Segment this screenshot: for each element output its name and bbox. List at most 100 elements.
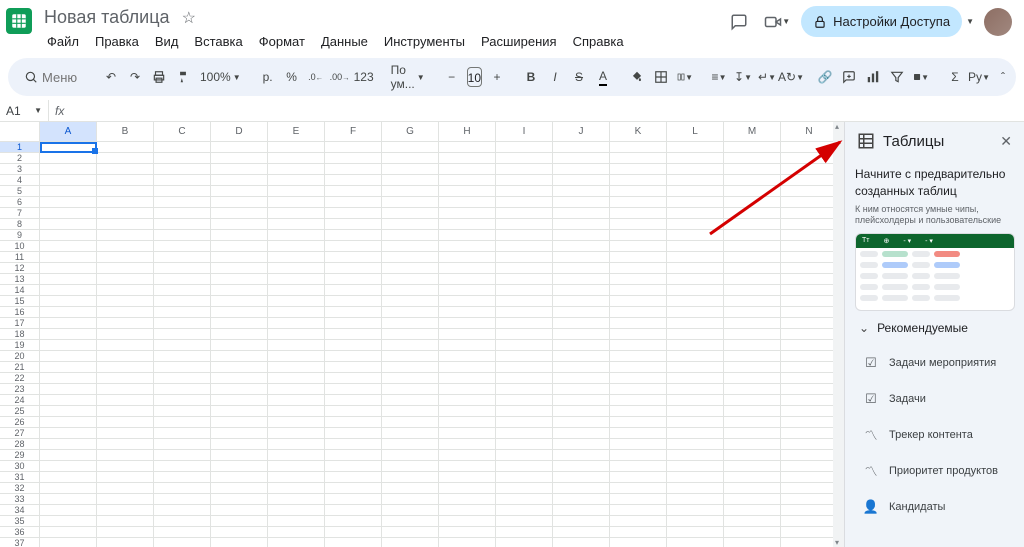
grid-cell[interactable] [268, 505, 325, 516]
text-color-button[interactable]: A [592, 64, 614, 90]
grid-cell[interactable] [610, 252, 667, 263]
grid-cell[interactable] [667, 362, 724, 373]
grid-cell[interactable] [496, 164, 553, 175]
grid-cell[interactable] [97, 307, 154, 318]
grid-cell[interactable] [610, 395, 667, 406]
grid-cell[interactable] [40, 395, 97, 406]
grid-cell[interactable] [439, 252, 496, 263]
grid-cell[interactable] [496, 329, 553, 340]
grid-cell[interactable] [724, 516, 781, 527]
grid-cell[interactable] [724, 142, 781, 153]
column-header[interactable]: M [724, 122, 781, 142]
menu-data[interactable]: Данные [314, 30, 375, 53]
row-header[interactable]: 9 [0, 230, 40, 241]
undo-button[interactable]: ↶ [100, 64, 122, 90]
link-button[interactable]: 🔗 [814, 64, 836, 90]
grid-cell[interactable] [97, 230, 154, 241]
grid-cell[interactable] [553, 406, 610, 417]
grid-cell[interactable] [553, 296, 610, 307]
grid-cell[interactable] [439, 263, 496, 274]
grid-cell[interactable] [40, 142, 97, 153]
grid-cell[interactable] [553, 395, 610, 406]
grid-cell[interactable] [667, 505, 724, 516]
grid-cell[interactable] [325, 153, 382, 164]
grid-cell[interactable] [496, 274, 553, 285]
grid-cell[interactable] [781, 351, 838, 362]
grid-cell[interactable] [268, 318, 325, 329]
row-header[interactable]: 33 [0, 494, 40, 505]
grid-cell[interactable] [154, 505, 211, 516]
row-header[interactable]: 3 [0, 164, 40, 175]
grid-cell[interactable] [97, 219, 154, 230]
grid-cell[interactable] [667, 208, 724, 219]
grid-cell[interactable] [496, 263, 553, 274]
grid-cell[interactable] [724, 472, 781, 483]
filter-button[interactable] [886, 64, 908, 90]
row-header[interactable]: 11 [0, 252, 40, 263]
grid-cell[interactable] [40, 252, 97, 263]
grid-cell[interactable] [325, 384, 382, 395]
grid-cell[interactable] [724, 538, 781, 547]
grid-cell[interactable] [211, 164, 268, 175]
percent-button[interactable]: % [281, 64, 303, 90]
grid-cell[interactable] [553, 329, 610, 340]
grid-cell[interactable] [382, 527, 439, 538]
grid-cell[interactable] [439, 197, 496, 208]
grid-cell[interactable] [781, 307, 838, 318]
grid-cell[interactable] [553, 428, 610, 439]
grid-cell[interactable] [211, 263, 268, 274]
grid-cell[interactable] [610, 505, 667, 516]
grid-cell[interactable] [553, 494, 610, 505]
grid-cell[interactable] [325, 329, 382, 340]
grid-cell[interactable] [154, 439, 211, 450]
grid-cell[interactable] [211, 197, 268, 208]
grid-cell[interactable] [97, 538, 154, 547]
grid-cell[interactable] [781, 329, 838, 340]
grid-cell[interactable] [439, 208, 496, 219]
grid-cell[interactable] [610, 538, 667, 547]
column-header[interactable]: L [667, 122, 724, 142]
row-header[interactable]: 12 [0, 263, 40, 274]
account-avatar[interactable] [984, 8, 1012, 36]
grid-cell[interactable] [154, 329, 211, 340]
grid-cell[interactable] [667, 351, 724, 362]
row-header[interactable]: 22 [0, 373, 40, 384]
grid-cell[interactable] [211, 285, 268, 296]
grid-cell[interactable] [496, 153, 553, 164]
grid-cell[interactable] [781, 175, 838, 186]
grid-cell[interactable] [325, 296, 382, 307]
grid-cell[interactable] [781, 483, 838, 494]
grid-cell[interactable] [496, 197, 553, 208]
grid-cell[interactable] [496, 450, 553, 461]
grid-cell[interactable] [610, 186, 667, 197]
row-header[interactable]: 31 [0, 472, 40, 483]
grid-cell[interactable] [724, 164, 781, 175]
grid-cell[interactable] [496, 384, 553, 395]
grid-cell[interactable] [325, 164, 382, 175]
grid-cell[interactable] [439, 417, 496, 428]
grid-cell[interactable] [496, 208, 553, 219]
grid-cell[interactable] [325, 285, 382, 296]
grid-cell[interactable] [781, 219, 838, 230]
grid-cell[interactable] [781, 395, 838, 406]
grid-cell[interactable] [439, 406, 496, 417]
grid-cell[interactable] [325, 439, 382, 450]
row-header[interactable]: 35 [0, 516, 40, 527]
grid-cell[interactable] [97, 142, 154, 153]
grid-cell[interactable] [496, 483, 553, 494]
grid-cell[interactable] [154, 318, 211, 329]
grid-cell[interactable] [325, 450, 382, 461]
grid-cell[interactable] [724, 186, 781, 197]
grid-cell[interactable] [781, 406, 838, 417]
comments-icon[interactable] [725, 8, 753, 36]
grid-cell[interactable] [781, 439, 838, 450]
grid-cell[interactable] [325, 241, 382, 252]
grid-cell[interactable] [211, 406, 268, 417]
grid-cell[interactable] [325, 505, 382, 516]
grid-cell[interactable] [724, 285, 781, 296]
grid-cell[interactable] [439, 186, 496, 197]
menu-help[interactable]: Справка [566, 30, 631, 53]
grid-cell[interactable] [154, 395, 211, 406]
grid-cell[interactable] [781, 461, 838, 472]
grid-cell[interactable] [610, 208, 667, 219]
